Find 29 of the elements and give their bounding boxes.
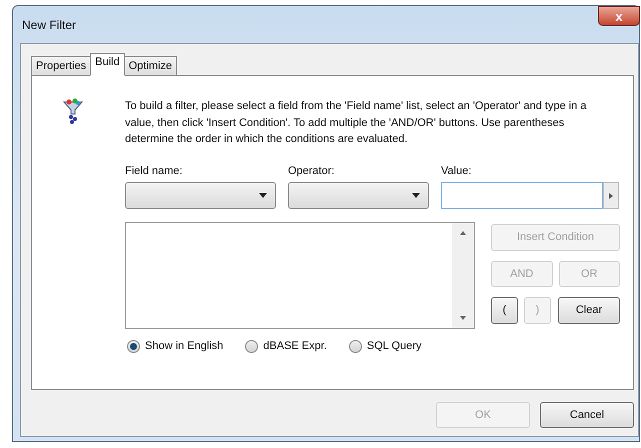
expand-button[interactable] [603,182,619,209]
instructions-text: To build a filter, please select a field from the 'Field name' list, select an 'Operator' and type in a value, then click 'Insert Condition'. To add multiple the 'AND/OR' buttons. Use parentheses determine the order in which the conditions are evaluated. [125,99,588,147]
radio-button[interactable] [245,340,258,353]
tab[interactable]: Optimize [124,56,178,76]
field-label: Value: [441,164,472,178]
radio-label: dBASE Expr. [263,339,327,354]
caret-icon [412,193,420,198]
value-field[interactable] [441,182,603,209]
dialog-button[interactable]: Clear [558,297,620,324]
radio-button[interactable] [127,340,140,353]
conditions-list[interactable] [125,222,475,329]
up-arrow-icon [460,231,466,235]
filter-icon [63,98,83,124]
field-label: Field name: [125,164,184,178]
radio-button[interactable] [348,340,362,353]
radio-label: Show in English [145,339,224,354]
caret-icon [258,193,267,198]
tab[interactable]: Build [90,53,125,76]
scrollbar[interactable] [452,223,474,328]
window-title: New Filter [22,17,76,34]
dropdown-field[interactable] [125,182,276,209]
field-label: Operator: [288,164,336,178]
down-arrow-icon [460,316,466,320]
dropdown-field[interactable] [288,182,429,209]
dialog-button[interactable]: Cancel [540,402,634,428]
dialog-button[interactable]: ( [491,297,518,324]
radio-label: SQL Query [366,339,422,354]
arrow-icon [609,192,613,198]
tab[interactable]: Properties [31,56,92,76]
